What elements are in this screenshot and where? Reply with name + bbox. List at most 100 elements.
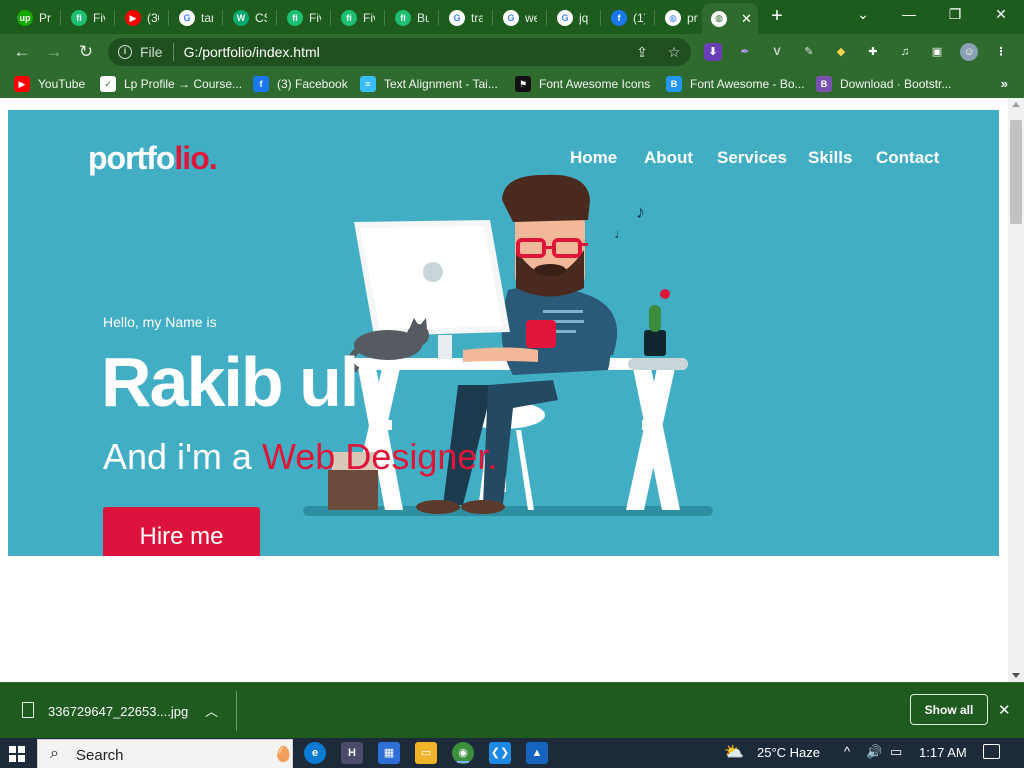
scroll-down-icon[interactable] <box>1012 673 1020 678</box>
site-logo[interactable]: portfolio. <box>88 140 218 177</box>
tab-6[interactable]: fi Fiv <box>332 5 380 31</box>
page-scrollbar[interactable] <box>1008 98 1024 682</box>
puzzle-icon[interactable]: ✚ <box>864 43 882 61</box>
tab-12[interactable]: ◍ pr <box>656 5 704 31</box>
bookmark-label: Text Alignment - Tai... <box>384 77 498 91</box>
weather-haze-icon[interactable]: ⛅ <box>724 742 744 762</box>
new-tab-button[interactable]: + <box>766 6 788 28</box>
windows-start-icon[interactable] <box>9 746 25 762</box>
close-window-button[interactable]: ✕ <box>983 4 1019 26</box>
windows-taskbar: ⌕ Search 🥚 e H ▦ ▭ ◉ ❮❯ ▲ ⛅ 25°C Haze ^ … <box>0 738 1024 768</box>
tab-1[interactable]: fi Fiv <box>62 5 110 31</box>
avatar[interactable]: ☺ <box>960 43 978 61</box>
vscode-icon[interactable]: ❮❯ <box>489 742 511 764</box>
nav-home[interactable]: Home <box>570 148 617 168</box>
tab-9[interactable]: Gwe <box>494 5 542 31</box>
tab-8[interactable]: Gtra <box>440 5 488 31</box>
role-prefix: And i'm a <box>103 436 262 477</box>
tab-active[interactable]: ◍ ✕ <box>702 3 758 34</box>
tab-title: pr <box>687 11 698 25</box>
bookmark-0[interactable]: ▶ YouTube <box>14 75 85 93</box>
tab-search-chevron-icon[interactable]: ⌄ <box>845 4 881 26</box>
tab-10[interactable]: Gjq <box>548 5 596 31</box>
tab-4[interactable]: W CS <box>224 5 272 31</box>
upwork-icon: up <box>17 10 33 26</box>
bookmark-3[interactable]: ≈ Text Alignment - Tai... <box>360 75 498 93</box>
more-bookmarks-icon[interactable]: » <box>1001 76 1008 91</box>
scroll-up-icon[interactable] <box>1012 102 1020 107</box>
w3schools-icon: W <box>233 10 249 26</box>
greeting-text: Hello, my Name is <box>103 314 217 330</box>
course-icon: ✓ <box>100 76 116 92</box>
bookmark-6[interactable]: B Download · Bootstr... <box>816 75 951 93</box>
download-file-name[interactable]: 336729647_22653....jpg <box>48 704 188 719</box>
nav-about[interactable]: About <box>644 148 693 168</box>
forward-button[interactable]: → <box>42 40 66 64</box>
address-bar[interactable]: i File G:/portfolio/index.html ⇪ ☆ <box>108 38 691 66</box>
chrome-icon[interactable]: ◉ <box>452 742 474 764</box>
tab-title: Fiv <box>309 11 321 25</box>
notification-icon[interactable] <box>983 744 1000 759</box>
bookmark-1[interactable]: ✓ Lp Profile → Course... <box>100 75 242 93</box>
tab-7[interactable]: fi Bu <box>386 5 434 31</box>
bookmark-4[interactable]: ⚑ Font Awesome Icons <box>515 75 650 93</box>
document-app-icon[interactable]: H <box>341 742 363 764</box>
clock[interactable]: 1:17 AM <box>919 745 967 760</box>
url-text[interactable]: G:/portfolio/index.html <box>184 44 320 60</box>
chevron-up-icon[interactable]: ^ <box>844 744 850 759</box>
hire-me-button[interactable]: Hire me <box>103 507 260 556</box>
bookmark-2[interactable]: f (3) Facebook <box>253 75 348 93</box>
media-icon[interactable]: ♫ <box>896 43 914 61</box>
tab-2[interactable]: ▶ (30 <box>116 5 164 31</box>
info-icon[interactable]: i <box>118 45 132 59</box>
tab-11[interactable]: f (1) <box>602 5 650 31</box>
tab-title: Bu <box>417 11 429 25</box>
browser-toolbar: ← → ↻ i File G:/portfolio/index.html ⇪ ☆… <box>0 34 1024 70</box>
globe-icon: ◍ <box>711 10 727 27</box>
globe-icon: ◍ <box>665 10 681 26</box>
tab-separator <box>330 10 331 26</box>
minimize-button[interactable]: — <box>891 4 927 26</box>
taskbar-search[interactable]: ⌕ Search 🥚 <box>37 739 293 768</box>
nav-contact[interactable]: Contact <box>876 148 939 168</box>
search-icon: ⌕ <box>50 745 59 762</box>
photos-icon[interactable]: ▲ <box>526 742 548 764</box>
menu-icon[interactable]: ⋮ <box>992 43 1010 61</box>
svg-text:♪: ♪ <box>636 202 645 222</box>
tab-title: tra <box>471 11 483 25</box>
google-icon: G <box>557 10 573 26</box>
tab-title: Fiv <box>363 11 375 25</box>
weather-text[interactable]: 25°C Haze <box>757 745 820 760</box>
network-icon[interactable]: ▭ <box>890 744 902 760</box>
reload-button[interactable]: ↻ <box>74 40 98 64</box>
share-icon[interactable]: ⇪ <box>632 42 652 62</box>
nav-services[interactable]: Services <box>717 148 787 168</box>
download-extension-icon[interactable]: ⬇ <box>704 43 722 61</box>
tab-separator <box>600 10 601 26</box>
scroll-thumb[interactable] <box>1010 120 1022 224</box>
chevron-up-icon[interactable]: ︿ <box>205 701 218 720</box>
nav-skills[interactable]: Skills <box>808 148 852 168</box>
tab-3[interactable]: Gtar <box>170 5 218 31</box>
tab-separator <box>222 10 223 26</box>
bookmark-5[interactable]: B Font Awesome - Bo... <box>666 75 805 93</box>
back-button[interactable]: ← <box>10 40 34 64</box>
file-explorer-icon[interactable]: ▭ <box>415 742 437 764</box>
restore-button[interactable]: ❐ <box>937 4 973 26</box>
pen-extension-icon[interactable]: ✎ <box>800 43 818 61</box>
speaker-icon[interactable]: 🔊 <box>866 744 882 760</box>
close-icon[interactable]: ✕ <box>741 11 752 27</box>
feather-extension-icon[interactable]: ✒ <box>736 43 754 61</box>
close-icon[interactable]: ✕ <box>998 701 1011 719</box>
star-icon[interactable]: ☆ <box>664 42 684 62</box>
tailwind-icon: ≈ <box>360 76 376 92</box>
edge-icon[interactable]: e <box>304 742 326 764</box>
side-panel-icon[interactable]: ▣ <box>928 43 946 61</box>
tab-0[interactable]: up Pr <box>8 5 56 31</box>
bookmark-label: YouTube <box>38 77 86 91</box>
store-icon[interactable]: ▦ <box>378 742 400 764</box>
show-all-button[interactable]: Show all <box>910 694 988 725</box>
color-extension-icon[interactable]: ◆ <box>832 43 850 61</box>
vue-devtools-icon[interactable]: V <box>768 43 786 61</box>
tab-5[interactable]: fi Fiv <box>278 5 326 31</box>
